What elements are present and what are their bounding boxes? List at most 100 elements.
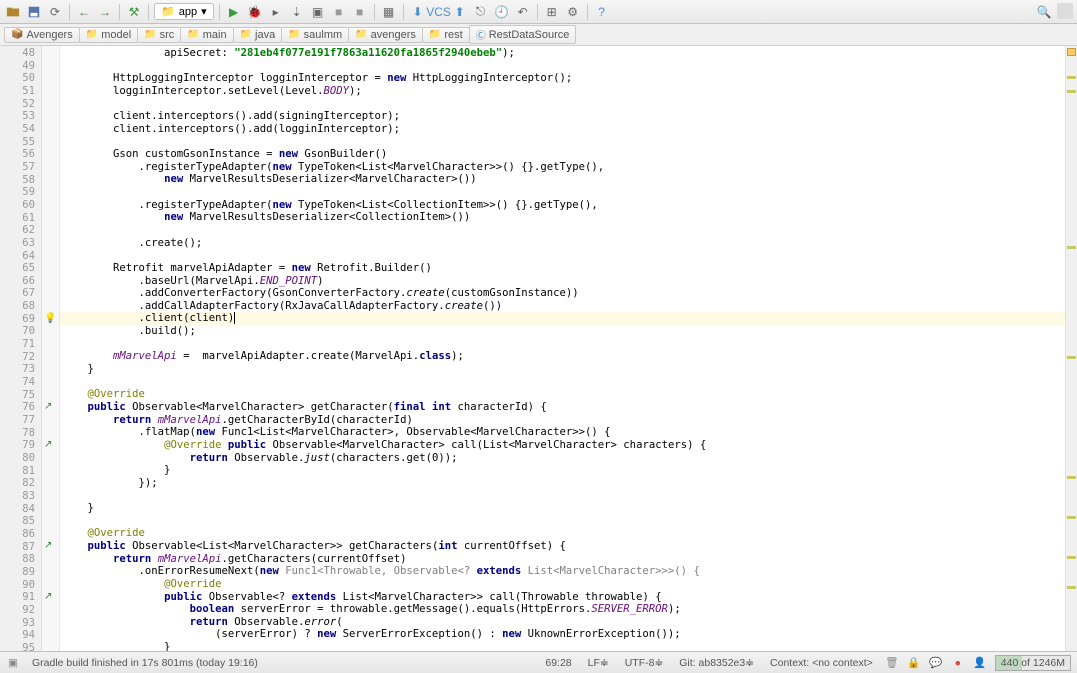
save-icon[interactable] bbox=[25, 3, 43, 21]
code-line[interactable]: .addConverterFactory(GsonConverterFactor… bbox=[60, 287, 1065, 300]
forward-icon[interactable]: → bbox=[96, 3, 114, 21]
run-icon[interactable]: ▶ bbox=[225, 3, 243, 21]
code-line[interactable]: }); bbox=[60, 477, 1065, 490]
code-line[interactable]: .flatMap(new Func1<List<MarvelCharacter>… bbox=[60, 426, 1065, 439]
search-icon[interactable]: 🔍 bbox=[1035, 3, 1053, 21]
changes-icon[interactable]: ⎋ bbox=[472, 3, 490, 21]
avatar-icon[interactable] bbox=[1057, 3, 1073, 19]
code-line[interactable]: .onErrorResumeNext(new Func1<Throwable, … bbox=[60, 565, 1065, 578]
warning-mark[interactable] bbox=[1067, 556, 1076, 559]
code-line[interactable]: return Observable.just(characters.get(0)… bbox=[60, 452, 1065, 465]
code-line[interactable]: apiSecret: "281eb4f077e191f7863a11620fa1… bbox=[60, 47, 1065, 60]
debug-icon[interactable]: 🐞 bbox=[246, 3, 264, 21]
code-area[interactable]: apiSecret: "281eb4f077e191f7863a11620fa1… bbox=[60, 46, 1065, 651]
code-line[interactable]: .registerTypeAdapter(new TypeToken<List<… bbox=[60, 199, 1065, 212]
help-icon[interactable]: ? bbox=[593, 3, 611, 21]
tool-window-icon[interactable]: ▣ bbox=[6, 656, 20, 670]
avd-icon[interactable]: ▦ bbox=[380, 3, 398, 21]
lock-icon[interactable]: 🔒 bbox=[907, 656, 921, 670]
code-line[interactable] bbox=[60, 376, 1065, 389]
code-line[interactable]: client.interceptors().add(signingItercep… bbox=[60, 110, 1065, 123]
override-marker-icon[interactable]: ↗ bbox=[44, 439, 52, 450]
code-line[interactable] bbox=[60, 135, 1065, 148]
line-separator[interactable]: LF≑ bbox=[584, 657, 613, 669]
structure-icon[interactable]: ⊞ bbox=[543, 3, 561, 21]
file-encoding[interactable]: UTF-8≑ bbox=[621, 657, 668, 669]
error-stripe[interactable] bbox=[1065, 46, 1077, 651]
code-line[interactable]: mMarvelApi = marvelApiAdapter.create(Mar… bbox=[60, 350, 1065, 363]
code-line[interactable]: logginInterceptor.setLevel(Level.BODY); bbox=[60, 85, 1065, 98]
code-line[interactable]: @Override bbox=[60, 578, 1065, 591]
caret-position[interactable]: 69:28 bbox=[541, 657, 575, 669]
warning-mark[interactable] bbox=[1067, 516, 1076, 519]
warning-mark[interactable] bbox=[1067, 90, 1076, 93]
memory-indicator[interactable]: 440 of 1246M bbox=[995, 655, 1071, 671]
code-line[interactable]: .baseUrl(MarvelApi.END_POINT) bbox=[60, 275, 1065, 288]
code-line[interactable]: new MarvelResultsDeserializer<Collection… bbox=[60, 211, 1065, 224]
history-icon[interactable]: 🕘 bbox=[493, 3, 511, 21]
code-line[interactable]: new MarvelResultsDeserializer<MarvelChar… bbox=[60, 173, 1065, 186]
override-marker-icon[interactable]: ↗ bbox=[44, 591, 52, 602]
code-line[interactable] bbox=[60, 186, 1065, 199]
code-line[interactable] bbox=[60, 224, 1065, 237]
override-marker-icon[interactable]: ↗ bbox=[44, 540, 52, 551]
code-line[interactable]: } bbox=[60, 641, 1065, 651]
vcs-push-icon[interactable]: ⬆ bbox=[451, 3, 469, 21]
code-line[interactable]: HttpLoggingInterceptor logginInterceptor… bbox=[60, 72, 1065, 85]
code-line[interactable] bbox=[60, 515, 1065, 528]
back-icon[interactable]: ← bbox=[75, 3, 93, 21]
vcs-commit-icon[interactable]: VCS bbox=[430, 3, 448, 21]
notify-icon[interactable]: 💬 bbox=[929, 656, 943, 670]
breadcrumb-item[interactable]: 📁saulmm bbox=[281, 27, 349, 43]
code-line[interactable]: @Override bbox=[60, 388, 1065, 401]
code-line[interactable]: @Override public Observable<MarvelCharac… bbox=[60, 439, 1065, 452]
inspector-icon[interactable]: 👤 bbox=[973, 656, 987, 670]
code-line[interactable] bbox=[60, 60, 1065, 73]
code-line[interactable]: return mMarvelApi.getCharacterById(chara… bbox=[60, 414, 1065, 427]
stop-icon[interactable]: ■ bbox=[330, 3, 348, 21]
run-config-dropdown[interactable]: 📁 app ▾ bbox=[154, 3, 214, 20]
breadcrumb-item[interactable]: 📁avengers bbox=[348, 27, 423, 43]
code-line[interactable]: return Observable.error( bbox=[60, 616, 1065, 629]
breadcrumb-item[interactable]: 📁rest bbox=[422, 27, 470, 43]
coverage-icon[interactable]: ▣ bbox=[309, 3, 327, 21]
code-line[interactable]: } bbox=[60, 363, 1065, 376]
code-line[interactable] bbox=[60, 338, 1065, 351]
revert-icon[interactable]: ↶ bbox=[514, 3, 532, 21]
breadcrumb-item[interactable]: 📁model bbox=[79, 27, 138, 43]
vcs-update-icon[interactable]: ⬇ bbox=[409, 3, 427, 21]
code-line[interactable]: .client(client) bbox=[60, 312, 1065, 325]
override-marker-icon[interactable]: ↗ bbox=[44, 401, 52, 412]
code-line[interactable]: public Observable<MarvelCharacter> getCh… bbox=[60, 401, 1065, 414]
breadcrumb-item[interactable]: 📦Avengers bbox=[4, 27, 80, 43]
code-line[interactable]: @Override bbox=[60, 527, 1065, 540]
trash-icon[interactable]: 🗑 bbox=[885, 656, 899, 670]
code-line[interactable] bbox=[60, 98, 1065, 111]
code-line[interactable]: public Observable<? extends List<MarvelC… bbox=[60, 591, 1065, 604]
code-line[interactable]: } bbox=[60, 464, 1065, 477]
code-line[interactable]: .addCallAdapterFactory(RxJavaCallAdapter… bbox=[60, 300, 1065, 313]
attach-icon[interactable]: ⇣ bbox=[288, 3, 306, 21]
code-line[interactable]: public Observable<List<MarvelCharacter>>… bbox=[60, 540, 1065, 553]
sync-icon[interactable]: ⟳ bbox=[46, 3, 64, 21]
build-icon[interactable]: ⚒ bbox=[125, 3, 143, 21]
intention-bulb-icon[interactable]: 💡 bbox=[44, 313, 56, 324]
context[interactable]: Context: <no context> bbox=[766, 657, 877, 669]
code-line[interactable] bbox=[60, 489, 1065, 502]
code-line[interactable]: } bbox=[60, 502, 1065, 515]
open-icon[interactable] bbox=[4, 3, 22, 21]
code-line[interactable] bbox=[60, 249, 1065, 262]
warning-mark[interactable] bbox=[1067, 476, 1076, 479]
run-cursor-icon[interactable]: ▸ bbox=[267, 3, 285, 21]
stop2-icon[interactable]: ■ bbox=[351, 3, 369, 21]
breadcrumb-item[interactable]: 📁main bbox=[180, 27, 233, 43]
error-indicator-icon[interactable]: ● bbox=[951, 656, 965, 670]
code-line[interactable]: return mMarvelApi.getCharacters(currentO… bbox=[60, 553, 1065, 566]
code-line[interactable]: Gson customGsonInstance = new GsonBuilde… bbox=[60, 148, 1065, 161]
warning-mark[interactable] bbox=[1067, 246, 1076, 249]
code-line[interactable]: .registerTypeAdapter(new TypeToken<List<… bbox=[60, 161, 1065, 174]
code-line[interactable]: boolean serverError = throwable.getMessa… bbox=[60, 603, 1065, 616]
breadcrumb-item[interactable]: 📁java bbox=[233, 27, 283, 43]
settings-icon[interactable]: ⚙ bbox=[564, 3, 582, 21]
warning-mark[interactable] bbox=[1067, 356, 1076, 359]
